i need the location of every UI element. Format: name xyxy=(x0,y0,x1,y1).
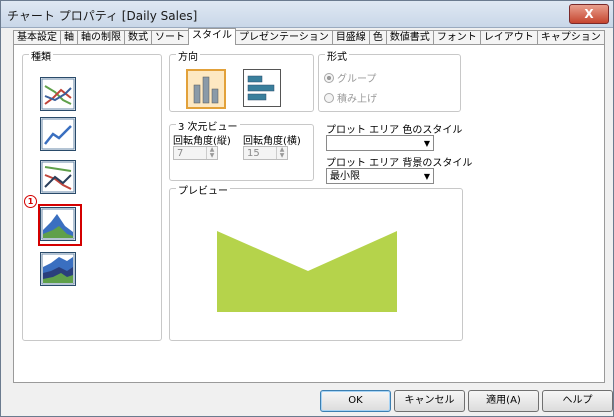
stacked-area-chart-icon xyxy=(41,253,75,285)
rotation-vertical-label: 回転角度(縦) xyxy=(173,136,231,147)
tab-number-format[interactable]: 数値書式 xyxy=(385,30,434,45)
rotation-horizontal-stepper[interactable]: 15 ▲ ▼ xyxy=(243,146,288,160)
title-bar: チャート プロパティ [Daily Sales] X xyxy=(1,1,613,28)
chart-type-line-1[interactable] xyxy=(40,77,76,111)
tab-axis[interactable]: 軸 xyxy=(60,30,78,45)
chevron-down-icon: ▼ xyxy=(423,172,430,181)
tab-font[interactable]: フォント xyxy=(432,30,481,45)
tab-layout[interactable]: レイアウト xyxy=(479,30,538,45)
style-tab-panel: 種類 1 方向 形式 グループ 積み上げ 3 次元ビュー 回転角度(縦) 回転角… xyxy=(13,44,605,383)
tab-colors[interactable]: 色 xyxy=(368,30,387,45)
tab-general[interactable]: 基本設定 xyxy=(13,30,61,45)
chart-type-line-3[interactable] xyxy=(40,160,76,194)
stepper-arrows-icon[interactable]: ▲ ▼ xyxy=(206,147,217,159)
plot-color-style-label: プロット エリア 色のスタイル xyxy=(326,125,463,136)
callout-number-marker: 1 xyxy=(24,195,37,208)
stepper-arrows-icon[interactable]: ▲ ▼ xyxy=(276,147,287,159)
tab-style[interactable]: スタイル xyxy=(188,28,236,45)
apply-button[interactable]: 適用(A) xyxy=(468,390,539,412)
rotation-vertical-stepper[interactable]: 7 ▲ ▼ xyxy=(173,146,218,160)
area-chart-icon xyxy=(41,208,75,240)
line-chart-icon xyxy=(41,118,75,150)
tab-presentation[interactable]: プレゼンテーション xyxy=(235,30,333,45)
vertical-direction-button[interactable] xyxy=(186,69,226,109)
view3d-group-label: 3 次元ビュー xyxy=(176,118,240,133)
tab-sort[interactable]: ソート xyxy=(151,30,189,45)
plot-color-style-dropdown[interactable]: ▼ xyxy=(326,135,434,151)
rotation-horizontal-label: 回転角度(横) xyxy=(243,136,301,147)
chart-type-stacked-area[interactable] xyxy=(40,252,76,286)
radio-dot xyxy=(324,93,334,103)
tab-axis-limits[interactable]: 軸の制限 xyxy=(77,30,125,45)
window-title: チャート プロパティ [Daily Sales] xyxy=(7,9,198,23)
tab-gridlines[interactable]: 目盛線 xyxy=(331,30,370,45)
plot-bg-style-label: プロット エリア 背景のスタイル xyxy=(326,158,473,169)
line-chart-icon xyxy=(41,161,75,193)
ok-button[interactable]: OK xyxy=(320,390,391,412)
rotation-vertical-value: 7 xyxy=(177,148,184,159)
plot-bg-style-dropdown[interactable]: 最小限 ▼ xyxy=(326,168,434,184)
preview-area-chart xyxy=(217,231,397,312)
stacked-radio-label: 積み上げ xyxy=(337,94,377,105)
chart-type-line-2[interactable] xyxy=(40,117,76,151)
radio-dot xyxy=(324,73,334,83)
chart-type-area[interactable] xyxy=(40,207,76,241)
tab-expressions[interactable]: 数式 xyxy=(124,30,152,45)
preview-group: プレビュー xyxy=(169,182,463,341)
close-button[interactable]: X xyxy=(569,4,609,24)
cancel-button[interactable]: キャンセル xyxy=(394,390,465,412)
vertical-bars-icon xyxy=(193,76,219,104)
group-radio-label: グループ xyxy=(337,74,377,85)
type-group-label: 種類 xyxy=(29,48,53,63)
form-group-label: 形式 xyxy=(325,48,349,63)
line-chart-icon xyxy=(41,78,75,110)
group-radio[interactable]: グループ xyxy=(324,70,376,85)
help-button[interactable]: ヘルプ xyxy=(542,390,613,412)
direction-group-label: 方向 xyxy=(176,48,200,63)
horizontal-direction-button[interactable] xyxy=(243,69,281,107)
chart-properties-dialog: チャート プロパティ [Daily Sales] X 基本設定 軸 軸の制限 数… xyxy=(0,0,614,417)
rotation-horizontal-value: 15 xyxy=(247,148,260,159)
tab-strip: 基本設定 軸 軸の制限 数式 ソート スタイル プレゼンテーション 目盛線 色 … xyxy=(13,28,605,45)
plot-bg-style-value: 最小限 xyxy=(330,171,360,182)
tab-caption[interactable]: キャプション xyxy=(536,30,605,45)
horizontal-bars-icon xyxy=(247,75,275,101)
stacked-radio[interactable]: 積み上げ xyxy=(324,90,377,105)
chevron-down-icon: ▼ xyxy=(423,139,430,148)
